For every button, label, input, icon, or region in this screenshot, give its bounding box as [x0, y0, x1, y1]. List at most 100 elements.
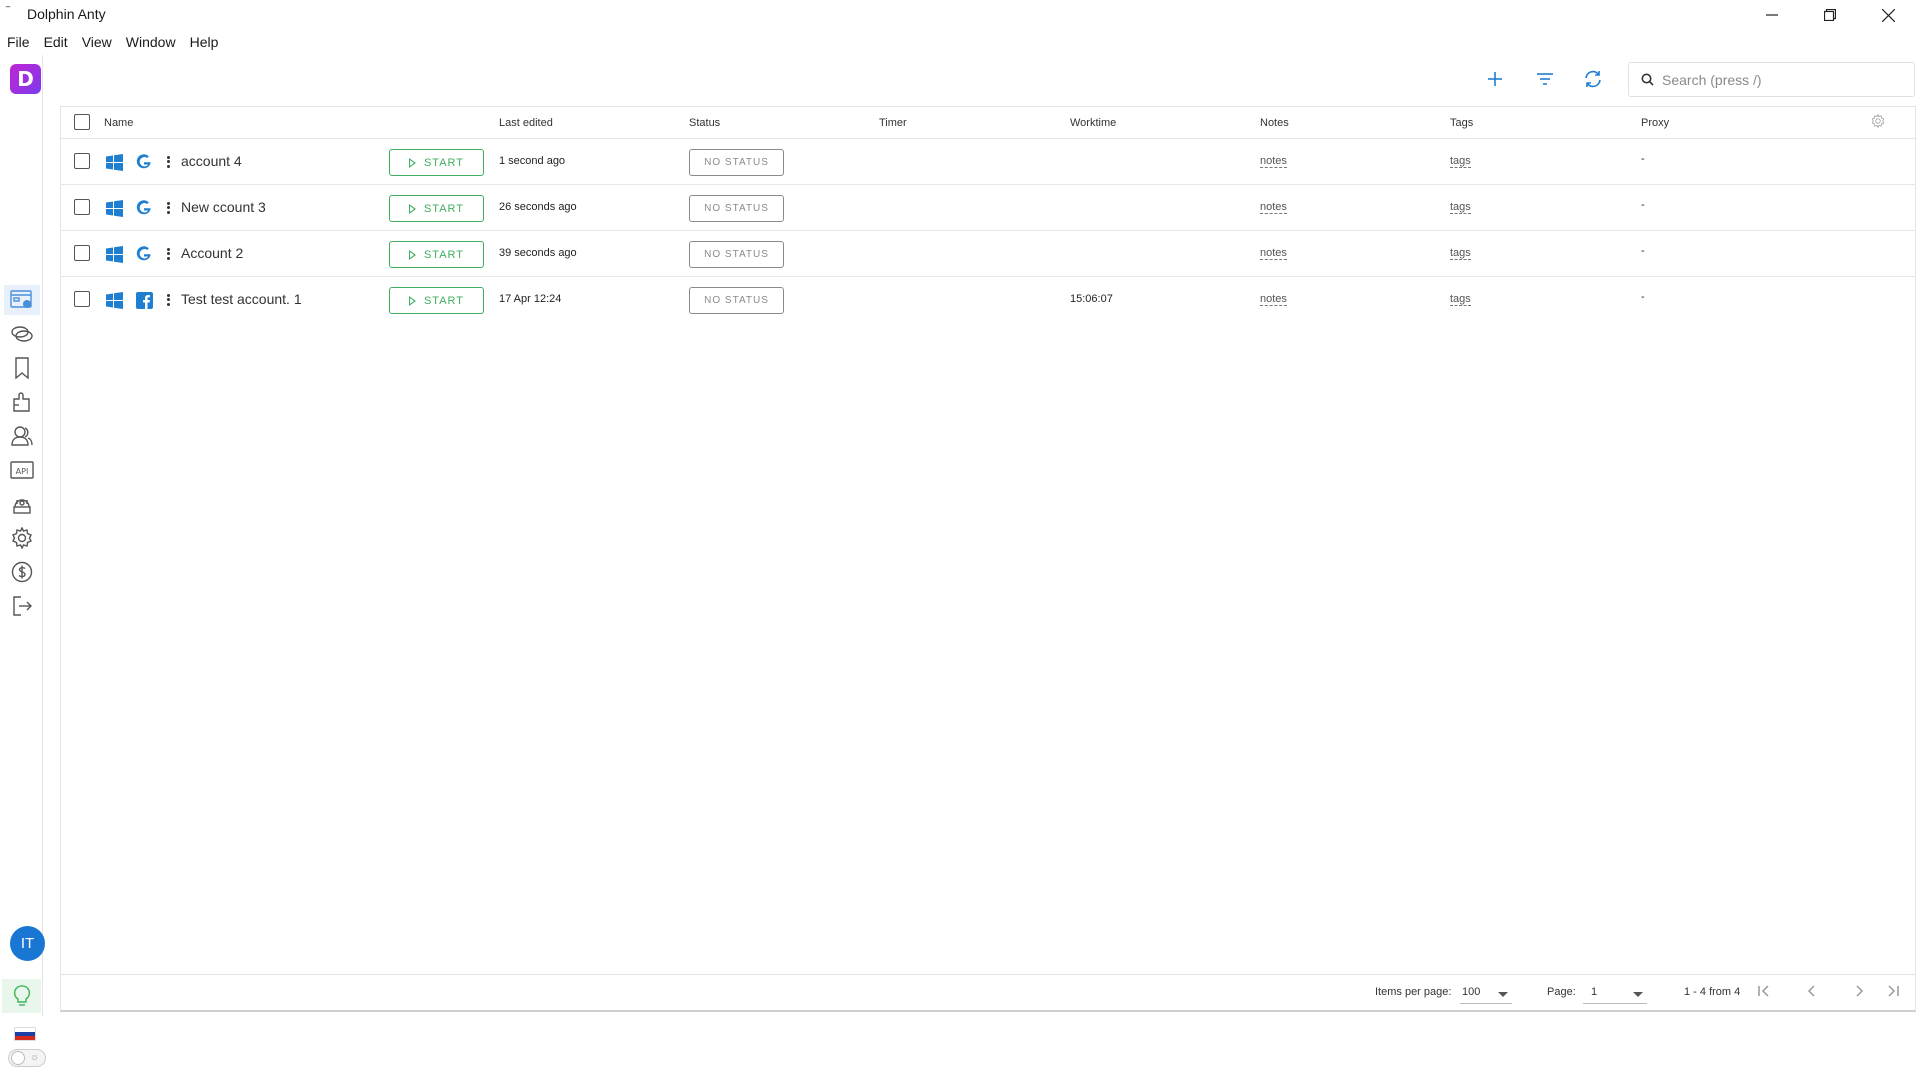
sidebar-item-bookmarks[interactable] [9, 355, 35, 381]
notes-link[interactable]: notes [1260, 155, 1287, 168]
language-flag-icon[interactable] [14, 1027, 36, 1041]
sidebar-item-api[interactable]: API [9, 457, 35, 483]
add-profile-button[interactable] [1482, 66, 1508, 92]
row-checkbox[interactable] [74, 153, 90, 169]
proxy-value[interactable]: - [1641, 153, 1645, 165]
filter-icon [1537, 73, 1553, 85]
sidebar-item-billing[interactable] [9, 559, 35, 585]
refresh-button[interactable] [1580, 66, 1606, 92]
notes-link[interactable]: notes [1260, 293, 1287, 306]
more-options-icon[interactable] [165, 200, 171, 216]
more-options-icon[interactable] [165, 292, 171, 308]
browser-profiles-icon [10, 290, 32, 308]
filter-button[interactable] [1532, 66, 1558, 92]
start-button[interactable]: START [389, 287, 484, 314]
profile-name[interactable]: Test test account. 1 [181, 291, 302, 307]
dolphin-logo[interactable]: D [10, 64, 41, 94]
sidebar-item-proxies[interactable] [9, 321, 35, 347]
notes-link[interactable]: notes [1260, 201, 1287, 214]
google-icon [135, 245, 153, 263]
sidebar-item-extensions[interactable] [9, 389, 35, 415]
sidebar-item-browser-profiles[interactable] [4, 285, 40, 315]
start-button[interactable]: START [389, 195, 484, 222]
last-page-icon [1888, 985, 1899, 997]
chevron-down-icon [1498, 992, 1508, 997]
next-page-button[interactable] [1849, 981, 1869, 1001]
google-icon [135, 199, 153, 217]
sidebar-item-settings[interactable] [9, 525, 35, 551]
header-status[interactable]: Status [689, 117, 720, 129]
profile-name[interactable]: Account 2 [181, 245, 243, 261]
last-page-button[interactable] [1883, 981, 1903, 1001]
table-row[interactable]: Account 2 START 39 seconds ago NO STATUS… [61, 231, 1915, 277]
menu-help[interactable]: Help [183, 31, 226, 53]
status-badge[interactable]: NO STATUS [689, 241, 784, 268]
page-select[interactable]: 1 [1583, 984, 1647, 1004]
status-badge[interactable]: NO STATUS [689, 195, 784, 222]
sidebar-item-users[interactable] [9, 423, 35, 449]
start-label: START [423, 294, 465, 307]
minimize-icon [1766, 14, 1778, 16]
header-worktime[interactable]: Worktime [1070, 117, 1116, 129]
menu-edit[interactable]: Edit [37, 31, 75, 53]
table-row[interactable]: Test test account. 1 START 17 Apr 12:24 … [61, 277, 1915, 323]
items-per-page-label: Items per page: [1375, 986, 1452, 998]
more-options-icon[interactable] [165, 154, 171, 170]
proxy-value[interactable]: - [1641, 199, 1645, 211]
items-per-page-value: 100 [1462, 986, 1481, 998]
notes-link[interactable]: notes [1260, 247, 1287, 260]
windows-icon [106, 154, 123, 171]
chevron-right-icon [1856, 985, 1864, 997]
menu-window[interactable]: Window [119, 31, 183, 53]
first-page-button[interactable] [1754, 981, 1774, 1001]
last-edited: 26 seconds ago [499, 201, 577, 213]
chevron-down-icon [1633, 992, 1643, 997]
theme-toggle[interactable]: ☼ [8, 1049, 46, 1067]
tips-button[interactable] [2, 979, 41, 1013]
tags-link[interactable]: tags [1450, 201, 1471, 214]
restore-button[interactable] [1801, 0, 1859, 30]
minimize-button[interactable] [1743, 0, 1801, 30]
tags-link[interactable]: tags [1450, 293, 1471, 306]
header-tags[interactable]: Tags [1450, 117, 1473, 129]
start-button[interactable]: START [389, 149, 484, 176]
profiles-table: Name Last edited Status Timer Worktime N… [60, 106, 1916, 1012]
more-options-icon[interactable] [165, 246, 171, 262]
windows-icon [106, 292, 123, 309]
select-all-checkbox[interactable] [74, 114, 90, 130]
user-avatar[interactable]: IT [10, 926, 45, 961]
google-icon [135, 153, 153, 171]
row-checkbox[interactable] [74, 245, 90, 261]
status-badge[interactable]: NO STATUS [689, 149, 784, 176]
header-proxy[interactable]: Proxy [1641, 117, 1669, 129]
menu-view[interactable]: View [75, 31, 119, 53]
tags-link[interactable]: tags [1450, 155, 1471, 168]
menu-file[interactable]: File [0, 31, 37, 53]
column-settings-button[interactable] [1871, 113, 1885, 133]
header-timer[interactable]: Timer [879, 117, 907, 129]
header-notes[interactable]: Notes [1260, 117, 1289, 129]
previous-page-button[interactable] [1802, 981, 1822, 1001]
table-row[interactable]: account 4 START 1 second ago NO STATUS n… [61, 139, 1915, 185]
tags-link[interactable]: tags [1450, 247, 1471, 260]
row-checkbox[interactable] [74, 291, 90, 307]
items-per-page-select[interactable]: 100 [1460, 984, 1512, 1004]
profile-name[interactable]: account 4 [181, 153, 242, 169]
row-checkbox[interactable] [74, 199, 90, 215]
search-box[interactable] [1628, 62, 1915, 97]
start-button[interactable]: START [389, 241, 484, 268]
sidebar-item-cookie-robot[interactable] [9, 491, 35, 517]
windows-icon [106, 246, 123, 263]
proxy-value[interactable]: - [1641, 245, 1645, 257]
sidebar-item-logout[interactable] [9, 593, 35, 619]
logout-icon [13, 596, 32, 616]
close-icon [1881, 8, 1895, 22]
header-last-edited[interactable]: Last edited [499, 117, 553, 129]
close-button[interactable] [1859, 0, 1917, 30]
search-input[interactable] [1662, 71, 1902, 88]
profile-name[interactable]: New ccount 3 [181, 199, 266, 215]
table-row[interactable]: New ccount 3 START 26 seconds ago NO STA… [61, 185, 1915, 231]
header-name[interactable]: Name [104, 117, 133, 129]
status-badge[interactable]: NO STATUS [689, 287, 784, 314]
proxy-value[interactable]: - [1641, 291, 1645, 303]
